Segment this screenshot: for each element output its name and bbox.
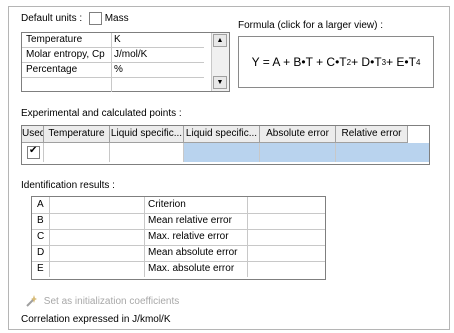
result-row: A Criterion	[32, 197, 325, 214]
units-name-empty	[22, 78, 112, 92]
criterion-value	[248, 197, 325, 213]
units-grid: Temperature K Molar entropy, Cp or J/mol…	[21, 32, 230, 92]
formula-main: Y = A + B•T + C•T	[251, 55, 347, 69]
criterion-name: Max. relative error	[144, 229, 248, 245]
criterion-name: Mean relative error	[144, 213, 248, 229]
column-header-relative-error[interactable]: Relative error	[336, 126, 408, 143]
units-name: Percentage	[22, 63, 112, 77]
criterion-value	[248, 261, 325, 277]
units-row[interactable]: Temperature K	[22, 33, 204, 48]
coefficient-name: B	[32, 213, 50, 229]
default-units-label: Default units :	[21, 13, 83, 25]
coefficient-value	[50, 213, 145, 229]
formula-mid: + D•T	[351, 55, 382, 69]
units-name: Molar entropy, Cp or	[22, 48, 112, 62]
correlation-units-text: Correlation expressed in J/kmol/K	[21, 314, 171, 325]
coefficient-value	[50, 245, 145, 261]
column-header-absolute-error[interactable]: Absolute error	[260, 126, 336, 143]
mass-label: Mass	[104, 13, 129, 25]
units-row[interactable]: Percentage %	[22, 63, 204, 78]
experimental-table: Used Temperature Liquid specific... Liqu…	[21, 125, 430, 165]
coefficient-name: D	[32, 245, 50, 261]
set-initialization-label: Set as initialization coefficients	[43, 295, 180, 307]
mass-checkbox[interactable]	[88, 12, 102, 25]
formula-label: Formula (click for a larger view) :	[238, 20, 384, 31]
absolute-error-cell[interactable]	[260, 143, 336, 162]
liquid-specific-cell-1[interactable]	[110, 143, 184, 162]
result-row: B Mean relative error	[32, 213, 325, 230]
result-row: E Max. absolute error	[32, 261, 325, 277]
identification-label: Identification results :	[21, 180, 115, 191]
wand-icon	[26, 295, 37, 307]
formula-view[interactable]: Y = A + B•T + C•T 2 + D•T 3 + E•T 4	[238, 36, 434, 88]
coefficient-name: C	[32, 229, 50, 245]
relative-error-cell[interactable]	[336, 143, 429, 162]
column-header-temperature[interactable]: Temperature	[44, 126, 110, 143]
units-scrollbar[interactable]: ▲ ▼	[211, 33, 229, 91]
column-header-liquid-specific-1[interactable]: Liquid specific...	[110, 126, 184, 143]
criterion-name: Max. absolute error	[144, 261, 248, 277]
used-checkbox[interactable]	[27, 145, 40, 159]
result-row: C Max. relative error	[32, 229, 325, 246]
liquid-specific-cell-2[interactable]	[184, 143, 260, 162]
scroll-up-icon[interactable]: ▲	[213, 34, 227, 47]
units-value[interactable]: J/mol/K	[112, 48, 204, 62]
formula-power-4: 4	[415, 57, 421, 67]
set-initialization-button[interactable]: Set as initialization coefficients	[25, 295, 179, 307]
column-header-used[interactable]: Used	[22, 126, 44, 143]
criterion-value	[248, 229, 325, 245]
identification-table: A Criterion B Mean relative error C Max.…	[31, 196, 326, 280]
units-row-empty	[22, 78, 204, 92]
criterion-name: Mean absolute error	[144, 245, 248, 261]
coefficient-value	[50, 197, 145, 213]
criterion-name: Criterion	[144, 197, 248, 213]
used-cell[interactable]	[22, 143, 44, 162]
result-row: D Mean absolute error	[32, 245, 325, 262]
criterion-value	[248, 213, 325, 229]
units-name: Temperature	[22, 33, 112, 47]
formula-end: + E•T	[386, 55, 416, 69]
temperature-cell[interactable]	[44, 143, 110, 162]
experimental-label: Experimental and calculated points :	[21, 108, 182, 119]
units-row[interactable]: Molar entropy, Cp or J/mol/K	[22, 48, 204, 63]
scroll-down-icon[interactable]: ▼	[213, 76, 227, 89]
column-header-liquid-specific-2[interactable]: Liquid specific...	[184, 126, 260, 143]
criterion-value	[248, 245, 325, 261]
units-value[interactable]: K	[112, 33, 204, 47]
default-units-row: Default units : Mass	[21, 12, 129, 25]
units-value[interactable]: %	[112, 63, 204, 77]
coefficient-value	[50, 261, 145, 277]
coefficient-name: A	[32, 197, 50, 213]
coefficient-name: E	[32, 261, 50, 277]
coefficient-value	[50, 229, 145, 245]
